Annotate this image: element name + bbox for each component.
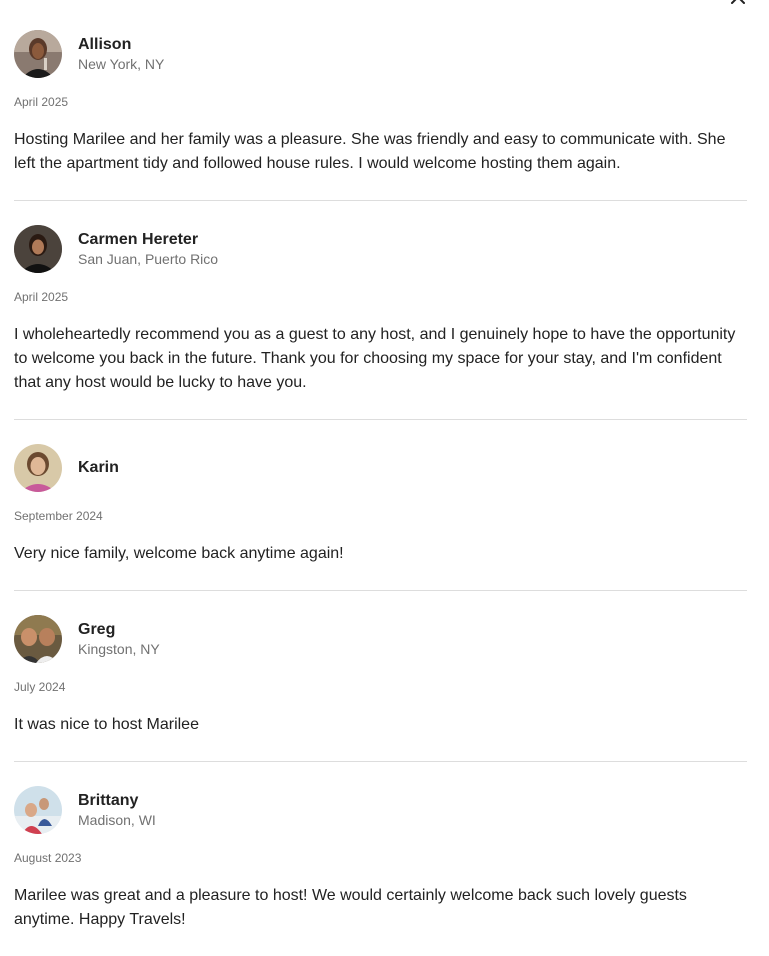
reviewer-header: Allison New York, NY	[14, 30, 747, 78]
close-button[interactable]	[729, 0, 747, 6]
review-list: Allison New York, NY April 2025 Hosting …	[14, 30, 747, 956]
reviewer-location: San Juan, Puerto Rico	[78, 251, 219, 267]
review-date: April 2025	[14, 95, 69, 109]
review-item: Allison New York, NY April 2025 Hosting …	[14, 30, 747, 201]
reviewer-avatar[interactable]	[14, 225, 62, 273]
review-text: I wholeheartedly recommend you as a gues…	[14, 326, 736, 391]
reviewer-location: New York, NY	[78, 56, 165, 72]
close-icon	[731, 0, 745, 4]
reviewer-header: Karin	[14, 444, 747, 492]
reviewer-header: Brittany Madison, WI	[14, 786, 747, 834]
reviewer-location: Kingston, NY	[78, 641, 160, 657]
review-text: Very nice family, welcome back anytime a…	[14, 545, 344, 562]
review-item: Carmen Hereter San Juan, Puerto Rico Apr…	[14, 225, 747, 420]
reviewer-avatar[interactable]	[14, 786, 62, 834]
reviewer-header: Greg Kingston, NY	[14, 615, 747, 663]
reviewer-avatar[interactable]	[14, 30, 62, 78]
review-text: Marilee was great and a pleasure to host…	[14, 887, 687, 928]
reviewer-name: Karin	[78, 459, 119, 476]
review-item: Greg Kingston, NY July 2024 It was nice …	[14, 615, 747, 762]
reviewer-header: Carmen Hereter San Juan, Puerto Rico	[14, 225, 747, 273]
reviewer-avatar[interactable]	[14, 615, 62, 663]
reviewer-name: Carmen Hereter	[78, 231, 199, 248]
review-date: August 2023	[14, 851, 82, 865]
review-text: It was nice to host Marilee	[14, 716, 199, 733]
review-text: Hosting Marilee and her family was a ple…	[14, 131, 726, 172]
reviewer-avatar[interactable]	[14, 444, 62, 492]
review-date: July 2024	[14, 680, 66, 694]
reviewer-name: Brittany	[78, 792, 139, 809]
review-item: Karin September 2024 Very nice family, w…	[14, 444, 747, 591]
reviewer-name: Allison	[78, 36, 132, 53]
reviewer-name: Greg	[78, 621, 116, 638]
reviewer-location: Madison, WI	[78, 812, 156, 828]
review-date: September 2024	[14, 509, 103, 523]
review-item: Brittany Madison, WI August 2023 Marilee…	[14, 786, 747, 956]
review-date: April 2025	[14, 290, 69, 304]
